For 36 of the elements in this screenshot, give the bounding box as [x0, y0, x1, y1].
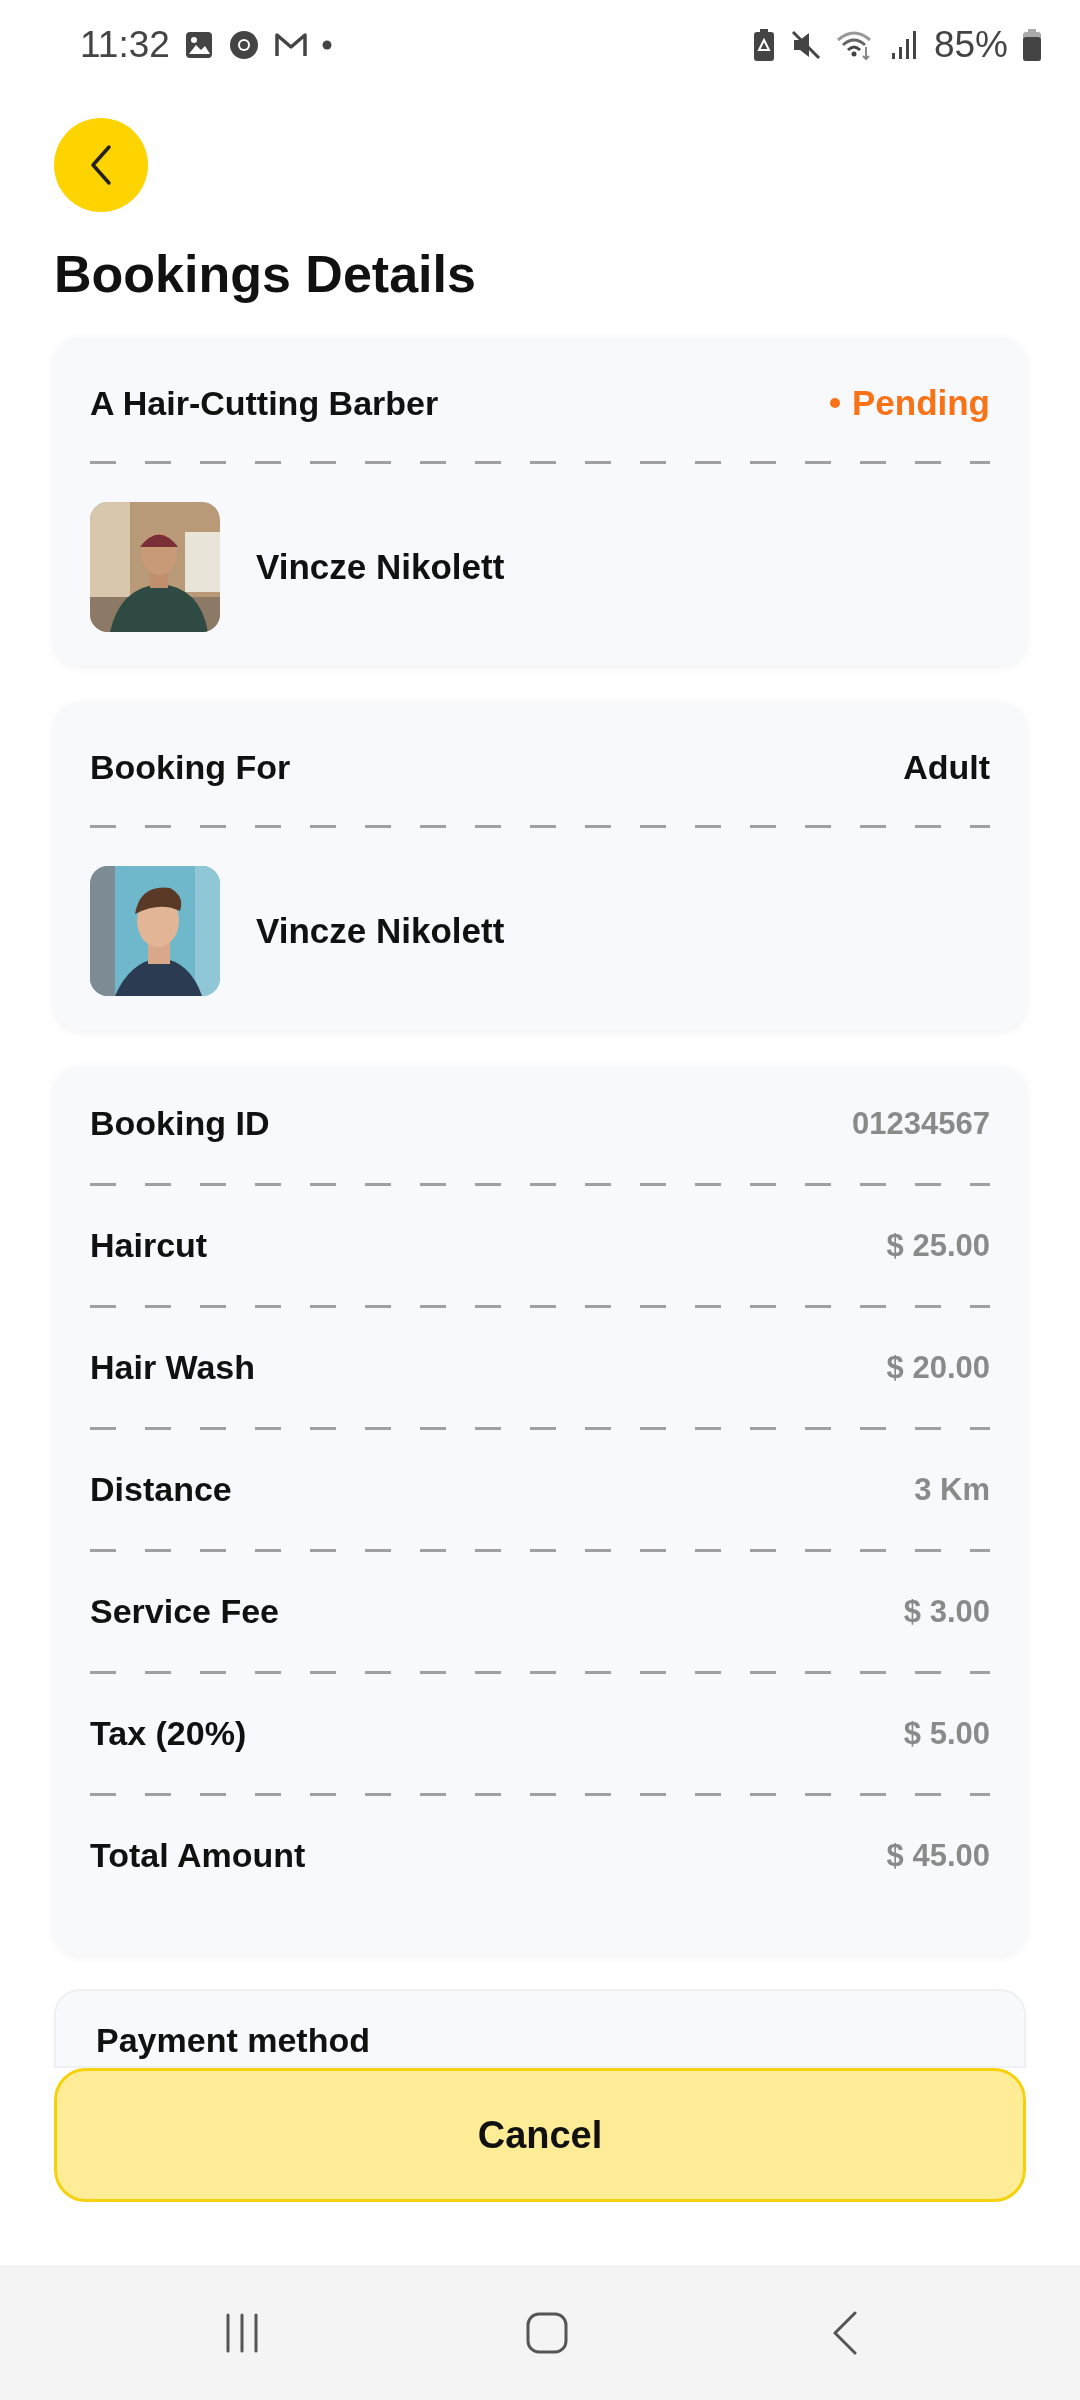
mute-icon: [789, 29, 822, 61]
summary-value: 3 Km: [914, 1471, 990, 1508]
cancel-button[interactable]: Cancel: [54, 2068, 1026, 2203]
summary-value: 01234567: [852, 1105, 990, 1142]
booking-for-value: Adult: [903, 748, 990, 788]
status-label: Pending: [851, 383, 990, 424]
summary-label: Haircut: [90, 1226, 208, 1266]
back-icon[interactable]: [832, 2310, 858, 2355]
summary-value: $ 3.00: [903, 1593, 990, 1630]
summary-label: Service Fee: [90, 1592, 280, 1632]
service-name: A Hair-Cutting Barber: [90, 383, 439, 423]
summary-label: Hair Wash: [90, 1348, 255, 1388]
chevron-left-icon: [89, 144, 113, 186]
battery-icon: [1022, 28, 1042, 62]
summary-value: $ 45.00: [886, 1837, 990, 1874]
page-title: Bookings Details: [54, 246, 477, 304]
summary-label: Distance: [90, 1470, 232, 1510]
gallery-icon: [183, 30, 214, 60]
status-time: 11:32: [80, 24, 170, 66]
battery-saver-icon: [751, 28, 776, 62]
dot-icon: [321, 40, 332, 50]
browser-icon: [227, 29, 260, 61]
battery-percentage: 85%: [933, 24, 1008, 66]
summary-label: Total Amount: [90, 1836, 306, 1876]
client-name: Vincze Nikolett: [256, 911, 505, 952]
mail-icon: [273, 31, 308, 59]
summary-value: $ 20.00: [886, 1349, 990, 1386]
booking-for-label: Booking For: [90, 748, 291, 788]
summary-label: Booking ID: [90, 1104, 270, 1144]
status-dot: [829, 398, 840, 409]
payment-method-title: Payment method: [96, 2021, 370, 2060]
summary-value: $ 25.00: [886, 1227, 990, 1264]
summary-value: $ 5.00: [903, 1715, 990, 1752]
home-icon[interactable]: [526, 2311, 568, 2354]
summary-label: Tax (20%): [90, 1714, 247, 1754]
barber-name: Vincze Nikolett: [256, 547, 505, 588]
